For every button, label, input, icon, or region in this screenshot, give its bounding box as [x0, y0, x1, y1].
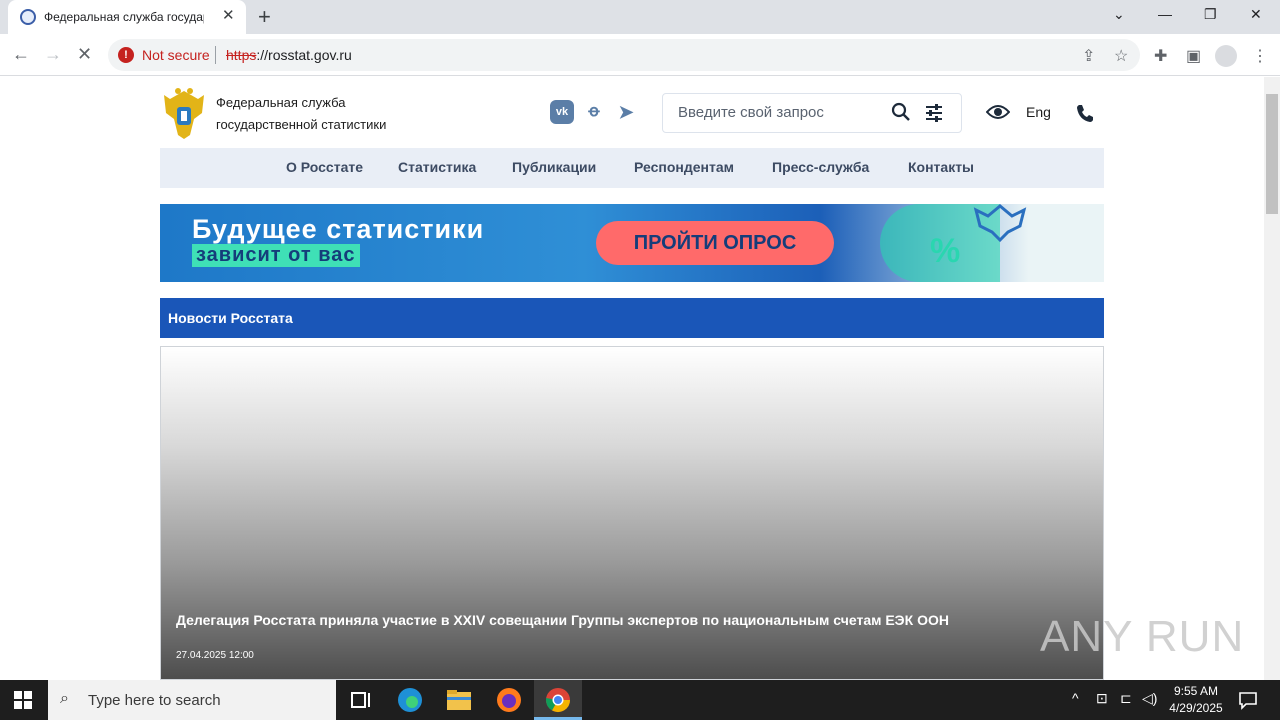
file-explorer-icon[interactable] — [445, 686, 473, 714]
org-name-line2: государственной статистики — [216, 117, 387, 132]
nav-item-contacts[interactable]: Контакты — [908, 159, 974, 175]
url-text[interactable]: https://rosstat.gov.ru — [226, 47, 352, 63]
news-headline[interactable]: Делегация Росстата приняла участие в XXI… — [176, 612, 1076, 628]
nav-item-statistics[interactable]: Статистика — [398, 159, 476, 175]
notifications-icon[interactable] — [1238, 690, 1258, 710]
news-date: 27.04.2025 12:00 — [176, 650, 254, 661]
new-tab-button[interactable]: + — [258, 4, 271, 30]
extensions-puzzle-icon[interactable]: ✚ — [1154, 46, 1167, 66]
nav-item-about[interactable]: О Росстате — [286, 159, 363, 175]
survey-banner[interactable]: Будущее статистики зависит от вас ПРОЙТИ… — [160, 204, 1104, 282]
address-divider — [215, 46, 216, 64]
banner-headline-line2: зависит от вас — [192, 244, 360, 267]
telegram-icon[interactable]: ➤ — [614, 100, 638, 124]
banner-percent-glyph: % — [930, 232, 961, 270]
russian-emblem-logo-icon[interactable] — [160, 85, 208, 141]
profile-avatar-icon[interactable] — [1215, 45, 1237, 67]
task-view-icon[interactable] — [348, 686, 376, 714]
stop-loading-icon[interactable]: ✕ — [77, 44, 92, 65]
tab-title: Федеральная служба государс — [44, 10, 204, 24]
news-section-title[interactable]: Новости Росстата — [168, 310, 293, 326]
clock-date: 4/29/2025 — [1169, 701, 1223, 715]
volume-icon[interactable]: ◁) — [1142, 690, 1157, 707]
edge-browser-icon[interactable] — [396, 686, 424, 714]
network-icon[interactable]: ⊏ — [1120, 690, 1132, 707]
accessibility-eye-icon[interactable] — [986, 102, 1010, 122]
chrome-icon[interactable] — [544, 686, 572, 714]
search-icon[interactable] — [891, 102, 911, 122]
anyrun-watermark: ANY RUN — [1040, 612, 1245, 661]
org-name-line1: Федеральная служба — [216, 95, 346, 110]
minimize-button[interactable]: — — [1158, 6, 1172, 22]
tab-search-chevron-icon[interactable]: ⌄ — [1113, 6, 1125, 23]
close-window-button[interactable]: ✕ — [1250, 6, 1262, 23]
taskbar-search-placeholder: Type here to search — [88, 692, 221, 709]
news-section-header — [160, 298, 1104, 338]
banner-eagle-emblem-icon — [973, 204, 1027, 243]
security-status-label[interactable]: Not secure — [142, 47, 210, 63]
nav-item-press[interactable]: Пресс-служба — [772, 159, 869, 175]
taskbar-clock[interactable]: 9:55 AM 4/29/2025 — [1166, 683, 1226, 717]
organization-name[interactable]: Федеральная служба государственной стати… — [216, 92, 416, 136]
bookmark-star-icon[interactable]: ☆ — [1114, 46, 1128, 66]
share-icon[interactable]: ⇪ — [1082, 46, 1095, 66]
show-hidden-icons-chevron-icon[interactable]: ^ — [1072, 690, 1079, 706]
taskbar-search-icon: ⌕ — [60, 690, 69, 707]
news-card-image[interactable] — [160, 346, 1104, 680]
device-icon[interactable]: ⊡ — [1096, 690, 1108, 707]
vk-icon[interactable]: vk — [550, 100, 574, 124]
search-placeholder: Введите свой запрос — [678, 104, 824, 121]
forward-arrow-icon[interactable]: → — [44, 44, 62, 65]
language-switch-link[interactable]: Eng — [1026, 104, 1051, 120]
clock-time: 9:55 AM — [1173, 684, 1219, 698]
take-survey-button[interactable]: ПРОЙТИ ОПРОС — [596, 221, 834, 265]
url-host: ://rosstat.gov.ru — [256, 47, 352, 63]
side-panel-icon[interactable]: ▣ — [1186, 46, 1201, 66]
browser-menu-icon[interactable]: ⋮ — [1252, 46, 1268, 66]
close-tab-icon[interactable]: ✕ — [222, 6, 235, 24]
browser-tab[interactable]: Федеральная служба государс ✕ — [8, 0, 246, 34]
filter-settings-icon[interactable] — [924, 103, 944, 123]
scrollbar-thumb[interactable] — [1266, 94, 1278, 214]
nav-item-respondents[interactable]: Респондентам — [634, 159, 734, 175]
url-protocol: https — [226, 47, 257, 63]
back-arrow-icon[interactable]: ← — [12, 44, 30, 65]
phone-icon[interactable] — [1075, 103, 1095, 123]
windows-start-icon[interactable] — [14, 691, 32, 709]
nav-item-publications[interactable]: Публикации — [512, 159, 596, 175]
banner-headline-line1: Будущее статистики — [192, 214, 485, 244]
odnoklassniki-icon[interactable]: ꝋ — [582, 100, 606, 124]
not-secure-icon[interactable]: ! — [118, 47, 134, 63]
site-favicon-icon — [20, 9, 36, 25]
restore-button[interactable]: ❐ — [1204, 6, 1217, 23]
firefox-icon[interactable] — [495, 686, 523, 714]
